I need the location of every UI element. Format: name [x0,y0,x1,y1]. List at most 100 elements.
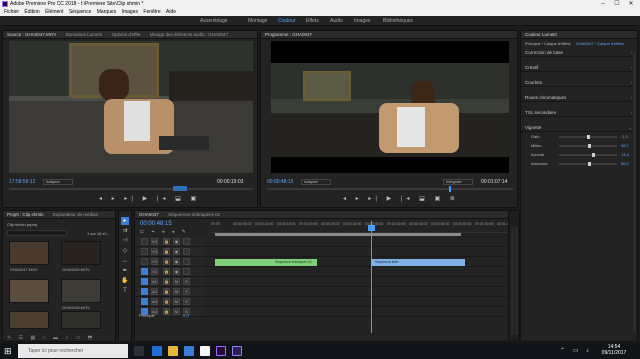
menu-images[interactable]: Images [122,9,138,15]
track-source-patch[interactable] [141,248,148,255]
workspace-effets[interactable]: Effets [306,18,319,24]
lumetri-sequence-selector[interactable]: GHA0047 * Calque d'effets [576,41,624,46]
project-item-thumb[interactable] [9,279,49,303]
timeline-track[interactable]: A2 🔒 M S [135,287,517,297]
tab-project[interactable]: Projet : Clip shmin [3,211,48,218]
source-scrub-bar[interactable] [9,188,253,190]
project-item-thumb[interactable]: GHA0048.MOV [61,279,101,310]
section-vignette[interactable]: Vignette ⌄ [521,123,637,132]
track-lock-icon[interactable]: 🔒 [163,278,170,285]
timeline-track[interactable]: A1 🔒 M S [135,277,517,287]
menu-edition[interactable]: Édition [24,9,39,15]
track-mute-button[interactable]: M [173,308,180,315]
vignette-midpoint-slider[interactable] [559,144,617,148]
track-target-toggle[interactable]: A3 [151,298,158,305]
menu-aide[interactable]: Aide [166,9,176,15]
track-sync-lock-icon[interactable] [183,248,190,255]
lumetri-scrollbar[interactable] [633,51,636,331]
timeline-track[interactable]: V1 🔒 ◉ [135,267,517,277]
timeline-tool-icons[interactable]: ⊏ ⌖ ◂ ◂ ✎ [140,229,189,235]
maximize-button[interactable]: ☐ [610,0,624,8]
track-target-toggle[interactable]: V1 [151,268,158,275]
vignette-gain-slider[interactable] [559,135,617,139]
program-quality-select[interactable]: Intégrale [443,179,473,185]
vignette-roundness-value[interactable]: 14,4 [621,152,629,157]
vignette-midpoint-value[interactable]: 49,7 [621,143,629,148]
track-lock-icon[interactable]: 🔒 [163,308,170,315]
hand-tool-icon[interactable]: ✋ [121,277,129,285]
project-item-thumb[interactable] [9,311,49,329]
track-solo-button[interactable]: S [183,298,190,305]
tab-media-browser[interactable]: Explorateur de médias [49,211,102,218]
vignette-roundness-slider[interactable] [559,153,617,157]
menu-fenetre[interactable]: Fenêtre [143,9,160,15]
track-mute-button[interactable]: M [173,288,180,295]
timeline-clip-nested-1[interactable]: Séquence imbriquée 01 [215,259,317,266]
track-eye-icon[interactable]: ◉ [173,248,180,255]
ripple-edit-tool-icon[interactable]: ⊣ [121,237,129,245]
source-fit-select[interactable]: Adapter [43,179,73,185]
menu-element[interactable]: Élément [45,9,63,15]
timeline-track[interactable]: V4 🔒 ◉ [135,237,517,247]
section-color-wheels[interactable]: Roues chromatiques › [521,93,637,102]
timeline-track[interactable]: V3 🔒 ◉ [135,247,517,257]
timeline-ruler[interactable]: 00:00 00:00:05:00 00:00:10:00 00:00:15:00 00… [211,221,517,233]
tab-source[interactable]: Source : GHA0047.MOV [3,31,60,38]
track-mute-button[interactable]: M [173,278,180,285]
type-tool-icon[interactable]: T [121,287,129,295]
track-mute-button[interactable]: M [173,298,180,305]
track-lock-icon[interactable]: 🔒 [163,298,170,305]
track-target-toggle[interactable]: A2 [151,288,158,295]
edge-icon[interactable] [152,346,162,356]
section-curves[interactable]: Courbes › [521,78,637,87]
workspace-audio[interactable]: Audio [330,18,343,24]
track-sync-lock-icon[interactable] [183,258,190,265]
track-sync-lock-icon[interactable] [183,238,190,245]
workspace-bibliotheques[interactable]: Bibliothèques [383,18,413,24]
task-view-icon[interactable] [134,346,144,356]
track-lock-icon[interactable]: 🔒 [163,258,170,265]
track-solo-button[interactable]: S [183,288,190,295]
after-effects-icon[interactable] [232,346,242,356]
menu-sequence[interactable]: Séquence [69,9,92,15]
workspace-couleur[interactable]: Couleur [278,18,296,24]
tab-audio-mixer[interactable]: Mixage des éléments audio : GHA0047 [146,31,232,38]
system-tray-icons[interactable]: ⌃ ▭ ♪ [560,347,592,354]
section-hsl-secondary[interactable]: TSL secondaire › [521,108,637,117]
tab-sequence-nested[interactable]: Séquences imbriquées 01 [164,211,224,218]
chrome-icon[interactable] [200,346,210,356]
track-source-patch[interactable] [141,278,148,285]
vignette-gain-value[interactable]: -1,0 [621,134,628,139]
track-sync-lock-icon[interactable] [183,268,190,275]
track-lock-icon[interactable]: 🔒 [163,268,170,275]
track-source-patch[interactable] [141,288,148,295]
track-target-toggle[interactable]: V3 [151,248,158,255]
project-search-input[interactable] [7,230,67,236]
project-item-thumb[interactable]: GHA0045.MOV [61,241,101,272]
timeline-playhead[interactable] [371,221,372,333]
taskbar-clock[interactable]: 14:54 09/11/2017 [600,344,628,356]
track-lock-icon[interactable]: 🔒 [163,238,170,245]
track-source-patch[interactable] [141,268,148,275]
work-area-bar[interactable] [215,233,461,236]
tab-effect-controls[interactable]: Options d'effet [108,31,145,38]
track-source-patch[interactable] [141,238,148,245]
tab-lumetri-scopes[interactable]: Domaines Lumetri [62,31,107,38]
track-target-toggle[interactable]: A1 [151,278,158,285]
selection-tool-icon[interactable]: ▸ [121,217,129,225]
track-lock-icon[interactable]: 🔒 [163,288,170,295]
source-playhead[interactable] [173,186,187,191]
tab-program[interactable]: Programme : GHA0047 [261,31,316,38]
file-explorer-icon[interactable] [168,346,178,356]
track-source-patch[interactable] [141,258,148,265]
track-eye-icon[interactable]: ◉ [173,238,180,245]
close-button[interactable]: ✕ [624,0,638,8]
vignette-feather-slider[interactable] [559,162,617,166]
program-fit-select[interactable]: Adapter [301,179,331,185]
menu-marques[interactable]: Marques [97,9,116,15]
premiere-taskbar-icon[interactable] [216,346,226,356]
program-scrub-bar[interactable] [267,188,513,190]
vignette-feather-value[interactable]: 50,0 [621,161,629,166]
timeline-track[interactable]: A3 🔒 M S [135,297,517,307]
timeline-clip-nested-2[interactable]: Séquence imbr [371,259,465,266]
